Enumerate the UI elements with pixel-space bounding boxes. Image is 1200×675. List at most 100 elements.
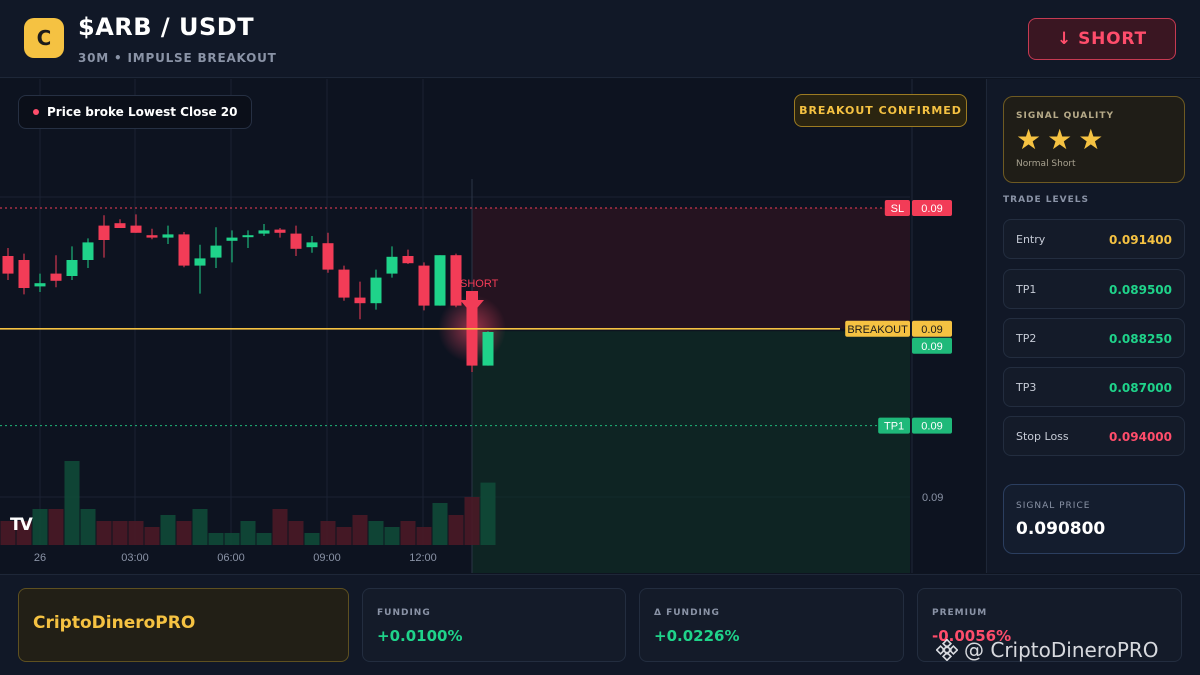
trade-level-label: Stop Loss — [1016, 430, 1069, 443]
signal-quality-label: Normal Short — [1016, 159, 1076, 169]
candle-body — [482, 332, 494, 366]
candle-body — [66, 260, 78, 276]
volume-bar — [160, 515, 176, 545]
volume-bar — [144, 527, 160, 545]
trade-level-label: TP3 — [1016, 381, 1037, 394]
volume-bar — [208, 533, 224, 545]
signal-note: Price broke Lowest Close 20 — [18, 95, 253, 129]
header: C $ARB / USDT 30M • IMPULSE BREAKOUT ↓ S… — [0, 0, 1200, 78]
trade-level-row: TP2 0.088250 — [1003, 318, 1185, 358]
candle-body — [50, 273, 62, 281]
stat-card-funding: FUNDING +0.0100% — [362, 588, 626, 662]
volume-bar — [80, 509, 96, 545]
volume-bar — [32, 509, 48, 545]
signal-quality-title: SIGNAL QUALITY — [1016, 111, 1114, 121]
volume-bar — [64, 461, 80, 545]
candle-body — [34, 283, 46, 287]
trade-level-label: TP1 — [1016, 283, 1037, 296]
trade-level-row: Entry 0.091400 — [1003, 219, 1185, 259]
volume-bar — [416, 527, 432, 545]
candle-body — [274, 229, 286, 233]
signal-note-text: Price broke Lowest Close 20 — [47, 105, 238, 119]
take-profit-zone — [472, 331, 910, 573]
volume-bar — [48, 509, 64, 545]
stat-label: PREMIUM — [932, 608, 988, 618]
candle-body — [18, 260, 30, 288]
trade-level-value: 0.094000 — [1108, 430, 1172, 444]
trade-level-value: 0.091400 — [1108, 233, 1172, 247]
candle-body — [418, 265, 430, 306]
candle-body — [2, 256, 14, 274]
chart-panel[interactable]: SHORT SL 0.09 BREAKOUT 0.09 0.09 TP1 0.09 0.09 26… — [0, 79, 985, 573]
candle-body — [226, 237, 238, 241]
watermark: @ CriptoDineroPRO — [936, 638, 1159, 662]
tradingview-logo[interactable]: TV — [10, 515, 33, 535]
level-tag-name: SL — [891, 203, 904, 215]
time-axis-label: 06:00 — [217, 552, 245, 564]
candle-body — [210, 245, 222, 258]
candle-body — [114, 223, 126, 228]
trade-level-label: TP2 — [1016, 332, 1037, 345]
level-tag-value: 0.09 — [921, 324, 942, 336]
signal-price-card: SIGNAL PRICE 0.090800 — [1003, 484, 1185, 554]
signal-marker-label: SHORT — [460, 278, 499, 290]
volume-bar — [368, 521, 384, 545]
volume-bar — [128, 521, 144, 545]
breakout-confirmed-badge: BREAKOUT CONFIRMED — [794, 94, 967, 127]
signal-price-value: 0.090800 — [1016, 519, 1106, 539]
trade-level-row: TP3 0.087000 — [1003, 367, 1185, 407]
candle-body — [194, 258, 206, 266]
time-axis-label: 09:00 — [313, 552, 341, 564]
pair-title: $ARB / USDT — [78, 13, 255, 41]
level-tag-value: 0.09 — [921, 421, 942, 433]
volume-bar — [304, 533, 320, 545]
stat-value: +0.0226% — [654, 627, 740, 645]
stat-label: FUNDING — [377, 608, 431, 618]
binance-logo-icon — [936, 639, 958, 661]
trade-levels-title: TRADE LEVELS — [1003, 195, 1089, 205]
signal-price-title: SIGNAL PRICE — [1016, 501, 1091, 511]
time-axis-label: 03:00 — [121, 552, 149, 564]
volume-bar — [400, 521, 416, 545]
candle-body — [386, 256, 398, 274]
candle-body — [242, 235, 254, 238]
stop-loss-zone — [472, 208, 910, 329]
volume-bar — [320, 521, 336, 545]
candle-body — [98, 225, 110, 240]
brand-name: CriptoDineroPRO — [33, 613, 196, 633]
volume-bar — [96, 521, 112, 545]
volume-bar — [288, 521, 304, 545]
candle-body — [146, 235, 158, 238]
level-tag-value: 0.09 — [921, 203, 942, 215]
candle-body — [370, 277, 382, 304]
candle-body — [402, 256, 414, 264]
time-axis-label: 12:00 — [409, 552, 437, 564]
candle-body — [258, 230, 270, 234]
trade-level-row: Stop Loss 0.094000 — [1003, 416, 1185, 456]
time-axis-label: 26 — [34, 552, 46, 564]
short-button[interactable]: ↓ SHORT — [1028, 18, 1176, 60]
pair-subtitle: 30M • IMPULSE BREAKOUT — [78, 51, 277, 65]
signal-quality-card: SIGNAL QUALITY ★★★ Normal Short — [1003, 96, 1185, 183]
stat-label: Δ FUNDING — [654, 608, 720, 618]
volume-bar — [480, 482, 496, 545]
price-chart[interactable]: SHORT SL 0.09 BREAKOUT 0.09 0.09 TP1 0.09 0.09 26… — [0, 79, 985, 573]
volume-bar — [256, 533, 272, 545]
brand-card: CriptoDineroPRO — [18, 588, 349, 662]
trade-level-label: Entry — [1016, 233, 1046, 246]
candle-body — [82, 242, 94, 260]
price-axis-label: 0.09 — [922, 492, 943, 504]
level-tag-value: 0.09 — [921, 341, 942, 353]
candle-body — [434, 255, 446, 306]
candle-body — [130, 225, 142, 233]
volume-bar — [336, 527, 352, 545]
candle-body — [338, 269, 350, 298]
app-logo: C — [24, 18, 64, 58]
volume-bar — [112, 521, 128, 545]
candle-body — [290, 233, 302, 249]
volume-bar — [448, 515, 464, 545]
volume-bar — [240, 521, 256, 545]
trade-level-value: 0.089500 — [1108, 283, 1172, 297]
volume-bar — [464, 497, 480, 545]
candle-body — [162, 234, 174, 238]
